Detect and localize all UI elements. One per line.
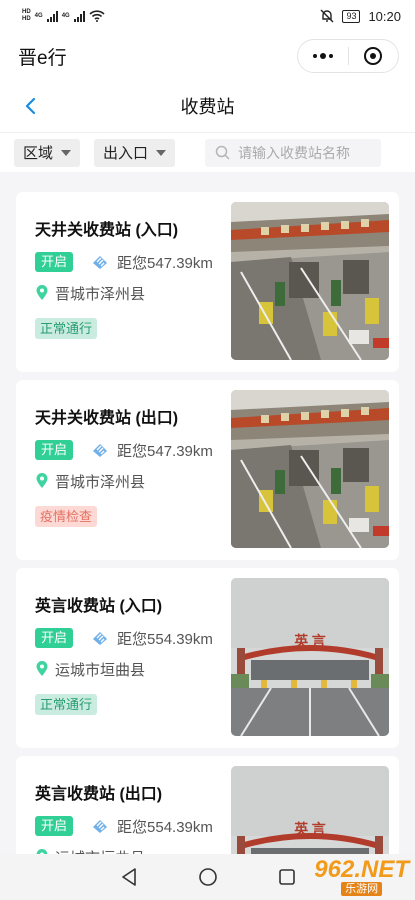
entry-exit-dropdown[interactable]: 出入口 [94, 138, 176, 167]
station-photo: 英 言 [231, 766, 389, 854]
distance-text: 距您554.39km [117, 630, 213, 648]
more-button[interactable] [298, 40, 348, 72]
distance-text: 距您547.39km [117, 442, 213, 460]
search-icon [215, 145, 230, 160]
traffic-status-badge: 疫情检查 [35, 506, 98, 527]
station-card[interactable]: 天井关收费站 (出口) 开启 距您547.39km 晋城市泽州县 疫情检查 [16, 380, 399, 560]
distance: 距您547.39km [91, 440, 213, 461]
page-title: 收费站 [180, 97, 235, 117]
open-badge: 开启 [35, 440, 74, 460]
station-name: 英言收费站 (出口) [35, 786, 163, 803]
watermark-caption: 乐游网 [341, 882, 383, 896]
distance-text: 距您547.39km [117, 254, 213, 272]
system-nav-bar: 962.NET 乐游网 [0, 854, 415, 900]
hd-tag: HD [22, 9, 31, 15]
location: 晋城市泽州县 [35, 470, 231, 492]
traffic-status-badge: 正常通行 [35, 318, 98, 339]
station-card[interactable]: 英言收费站 (出口) 开启 距您554.39km 运城市垣曲县 正常通行 英 言 [16, 756, 399, 854]
status-row: 开启 距您554.39km [35, 815, 231, 837]
station-name: 英言收费站 (入口) [35, 598, 163, 615]
region-dropdown-label: 区域 [23, 145, 54, 162]
distance-text: 距您554.39km [117, 818, 213, 836]
status-row: 开启 距您547.39km [35, 439, 231, 461]
network-label: 4G [34, 12, 43, 19]
station-list: 天井关收费站 (入口) 开启 距您547.39km 晋城市泽州县 正常通行 天井… [0, 180, 415, 854]
photo-sign-text: 英 言 [293, 821, 326, 838]
target-icon [364, 47, 383, 65]
open-badge: 开启 [35, 816, 74, 836]
station-photo: 英 言 [231, 578, 389, 736]
caret-down-icon [61, 149, 72, 156]
traffic-status-badge: 正常通行 [35, 694, 98, 715]
location-text: 晋城市泽州县 [55, 473, 146, 491]
region-dropdown[interactable]: 区域 [14, 138, 81, 167]
distance: 距您554.39km [91, 628, 213, 649]
status-right: 93 10:20 [320, 9, 401, 24]
mute-bell-icon [320, 9, 334, 23]
status-left: HD HD 4G 4G [22, 9, 105, 23]
battery-icon: 93 [342, 9, 361, 23]
search-input[interactable] [238, 144, 369, 161]
watermark-logo: 962.NET [314, 856, 409, 883]
home-circle-icon[interactable] [198, 867, 218, 887]
recents-square-icon[interactable] [278, 868, 296, 886]
signal-icon [46, 10, 58, 22]
location-text: 运城市垣曲县 [55, 661, 146, 679]
location-text: 晋城市泽州县 [55, 285, 146, 303]
chevron-left-icon [25, 97, 36, 115]
open-badge: 开启 [35, 628, 74, 648]
station-name: 天井关收费站 (入口) [35, 222, 179, 239]
filter-bar: 区域 出入口 [0, 132, 415, 172]
network-label: 4G [61, 12, 70, 19]
capsule-menu [297, 39, 399, 73]
location-pin-icon [36, 661, 48, 676]
station-photo [231, 390, 389, 548]
status-bar: HD HD 4G 4G 93 10:20 [0, 0, 415, 32]
station-info: 天井关收费站 (出口) 开启 距您547.39km 晋城市泽州县 疫情检查 [26, 390, 231, 550]
search-box[interactable] [205, 138, 382, 167]
status-row: 开启 距您547.39km [35, 251, 231, 273]
location-pin-icon [36, 473, 48, 488]
clock: 10:20 [368, 8, 401, 24]
page-navbar: 收费站 [0, 80, 415, 132]
station-info: 英言收费站 (出口) 开启 距您554.39km 运城市垣曲县 正常通行 [26, 766, 231, 854]
station-card[interactable]: 英言收费站 (入口) 开启 距您554.39km 运城市垣曲县 正常通行 英 言 [16, 568, 399, 748]
close-mini-program-button[interactable] [349, 40, 399, 72]
entry-exit-dropdown-label: 出入口 [103, 145, 149, 162]
station-name: 天井关收费站 (出口) [35, 410, 179, 427]
location: 晋城市泽州县 [35, 282, 231, 304]
station-info: 天井关收费站 (入口) 开启 距您547.39km 晋城市泽州县 正常通行 [26, 202, 231, 362]
ticket-icon [93, 444, 108, 457]
station-card[interactable]: 天井关收费站 (入口) 开启 距您547.39km 晋城市泽州县 正常通行 [16, 192, 399, 372]
back-button[interactable] [16, 92, 44, 120]
signal-icon [73, 10, 85, 22]
location-pin-icon [36, 285, 48, 300]
ticket-icon [93, 256, 108, 269]
status-row: 开启 距您554.39km [35, 627, 231, 649]
caret-down-icon [156, 149, 167, 156]
station-photo [231, 202, 389, 360]
station-info: 英言收费站 (入口) 开启 距您554.39km 运城市垣曲县 正常通行 [26, 578, 231, 738]
hd-tag: HD [22, 16, 31, 22]
mini-program-header: 晋e行 [0, 32, 415, 80]
wifi-icon [89, 10, 105, 22]
back-triangle-icon[interactable] [120, 867, 138, 887]
app-title: 晋e行 [18, 47, 67, 69]
location-text: 运城市垣曲县 [55, 847, 145, 855]
distance: 距您554.39km [91, 816, 213, 837]
distance: 距您547.39km [91, 252, 213, 273]
more-dots-icon [312, 53, 333, 59]
location: 运城市垣曲县 [35, 658, 231, 680]
ticket-icon [93, 820, 108, 833]
ticket-icon [93, 632, 108, 645]
open-badge: 开启 [35, 252, 74, 272]
watermark: 962.NET 乐游网 [314, 858, 409, 896]
location: 运城市垣曲县 [35, 846, 231, 854]
photo-sign-text: 英 言 [293, 633, 326, 650]
